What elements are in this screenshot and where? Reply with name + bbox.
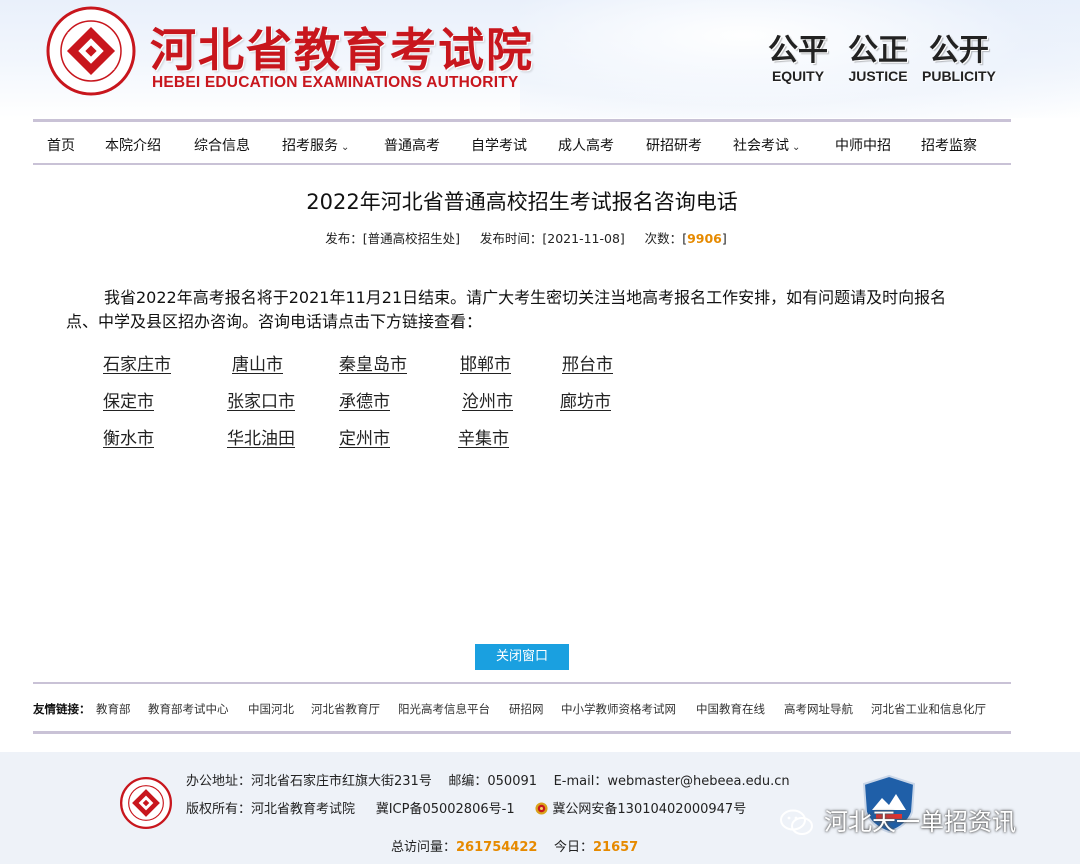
city-link-huabei-oilfield[interactable]: 华北油田: [227, 424, 295, 449]
nav-item-about[interactable]: 本院介绍: [105, 135, 161, 155]
site-subtitle: HEBEI EDUCATION EXAMINATIONS AUTHORITY: [152, 74, 519, 91]
footer-email: webmaster@hebeea.edu.cn: [607, 774, 790, 789]
friend-links-label: 友情链接：: [33, 702, 91, 716]
city-link-chengde[interactable]: 承德市: [339, 387, 390, 412]
footer-copyright-line: 版权所有：河北省教育考试院 冀ICP备05002806号-1 冀公网安备1301…: [186, 802, 747, 817]
city-link-handan[interactable]: 邯郸市: [460, 350, 511, 375]
city-link-tangshan[interactable]: 唐山市: [232, 350, 283, 375]
wechat-icon: [780, 809, 813, 835]
nav-item-gaokao[interactable]: 普通高考: [384, 135, 440, 155]
city-link-baoding[interactable]: 保定市: [103, 387, 154, 412]
nav-item-adult-exam[interactable]: 成人高考: [558, 135, 614, 155]
friend-link[interactable]: 阳光高考信息平台: [398, 701, 490, 717]
icp-link[interactable]: 冀ICP备05002806号-1: [376, 802, 515, 817]
footer-visits-line: 总访问量：261754422 今日：21657: [391, 840, 639, 855]
site-title: 河北省教育考试院: [150, 23, 534, 77]
motto-equity: 公平 EQUITY: [768, 33, 828, 85]
city-link-cangzhou[interactable]: 沧州市: [462, 387, 513, 412]
watermark: 河北天一单招资讯: [780, 802, 1016, 837]
site-header: 河北省教育考试院 HEBEI EDUCATION EXAMINATIONS AU…: [0, 0, 1080, 118]
nav-item-secondary[interactable]: 中师中招: [835, 135, 891, 155]
view-count: 9906: [687, 231, 722, 246]
friend-link[interactable]: 中国教育在线: [696, 701, 765, 717]
total-visits: 261754422: [456, 840, 538, 855]
friend-link[interactable]: 中小学教师资格考试网: [561, 701, 676, 717]
publish-time: [2021-11-08]: [542, 231, 625, 246]
nav-item-general-info[interactable]: 综合信息: [194, 135, 250, 155]
footer-logo-seal-icon: [120, 777, 172, 829]
city-link-qinhuangdao[interactable]: 秦皇岛市: [339, 350, 407, 375]
city-link-zhangjiakou[interactable]: 张家口市: [227, 387, 295, 412]
friend-link[interactable]: 教育部: [96, 701, 131, 717]
chevron-down-icon: ⌄: [792, 142, 801, 153]
motto-publicity: 公开 PUBLICITY: [922, 33, 996, 85]
nav-item-home[interactable]: 首页: [47, 135, 75, 155]
logo-seal-icon[interactable]: [46, 6, 136, 96]
article-title: 2022年河北省普通高校招生考试报名咨询电话: [306, 190, 738, 214]
city-link-dingzhou[interactable]: 定州市: [339, 424, 390, 449]
article-meta: 发布：[普通高校招生处] 发布时间：[2021-11-08] 次数：[9906]: [325, 231, 727, 246]
site-footer: 办公地址：河北省石家庄市红旗大街231号 邮编：050091 E-mail：we…: [0, 752, 1080, 864]
chevron-down-icon: ⌄: [341, 142, 350, 153]
city-link-shijiazhuang[interactable]: 石家庄市: [103, 350, 171, 375]
police-record-link[interactable]: 冀公网安备13010402000947号: [552, 802, 746, 817]
city-link-xinji[interactable]: 辛集市: [458, 424, 509, 449]
friend-link[interactable]: 研招网: [509, 701, 544, 717]
nav-item-admission-services[interactable]: 招考服务 ⌄: [282, 135, 349, 155]
motto-justice: 公正 JUSTICE: [848, 33, 908, 85]
friend-link[interactable]: 高考网址导航: [784, 701, 853, 717]
friend-link[interactable]: 中国河北: [248, 701, 294, 717]
main-nav: 首页 本院介绍 综合信息 招考服务 ⌄ 普通高考 自学考试 成人高考 研招研考 社…: [33, 119, 1011, 165]
friend-link[interactable]: 河北省教育厅: [311, 701, 380, 717]
friend-links-bar: 友情链接： 教育部 教育部考试中心 中国河北 河北省教育厅 阳光高考信息平台 研…: [33, 682, 1011, 734]
city-link-hengshui[interactable]: 衡水市: [103, 424, 154, 449]
close-window-button[interactable]: 关闭窗口: [475, 644, 569, 670]
city-link-langfang[interactable]: 廊坊市: [560, 387, 611, 412]
nav-item-supervision[interactable]: 招考监察: [921, 135, 977, 155]
friend-link[interactable]: 教育部考试中心: [148, 701, 229, 717]
footer-address-line: 办公地址：河北省石家庄市红旗大街231号 邮编：050091 E-mail：we…: [186, 774, 790, 789]
today-visits: 21657: [592, 840, 639, 855]
article-body: 我省2022年高考报名将于2021年11月21日结束。请广大考生密切关注当地高考…: [66, 288, 947, 331]
police-badge-icon: [535, 802, 548, 815]
publisher: [普通高校招生处]: [362, 231, 460, 246]
nav-item-self-study[interactable]: 自学考试: [471, 135, 527, 155]
friend-link[interactable]: 河北省工业和信息化厅: [871, 701, 986, 717]
nav-item-social-exam[interactable]: 社会考试 ⌄: [733, 135, 800, 155]
nav-item-graduate[interactable]: 研招研考: [646, 135, 702, 155]
city-link-xingtai[interactable]: 邢台市: [562, 350, 613, 375]
